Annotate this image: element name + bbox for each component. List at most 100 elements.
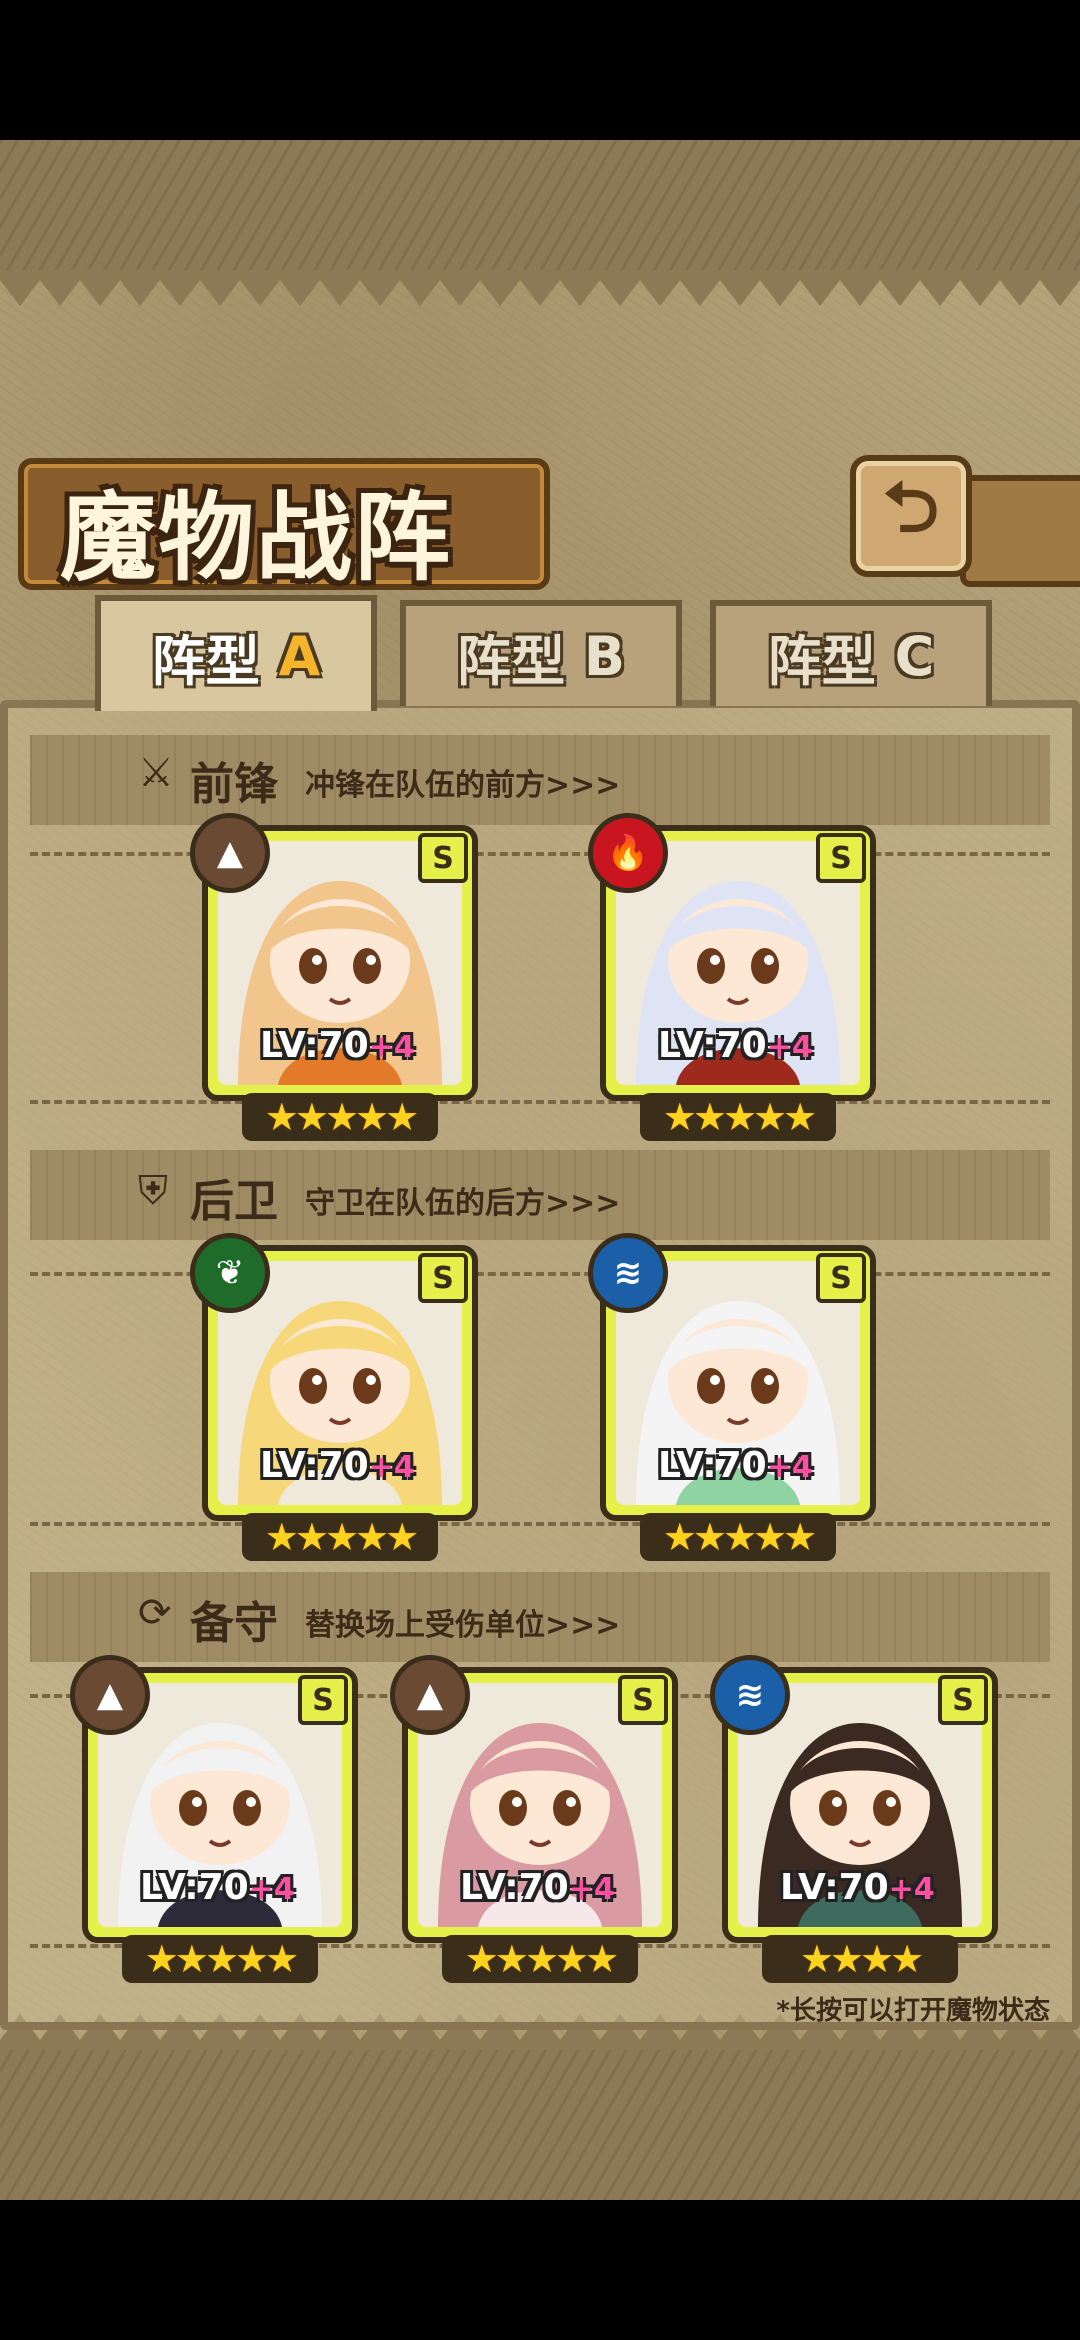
section-desc-back: 守卫在队伍的后方>>> (305, 1186, 621, 1221)
star-icon: ★ (294, 1095, 329, 1139)
level-value: LV:70 (260, 1445, 369, 1486)
level-value: LV:70 (460, 1867, 569, 1908)
level-value: LV:70 (658, 1025, 767, 1066)
tab-formation-c[interactable]: 阵型 C (710, 600, 992, 706)
level-plus: +4 (368, 1450, 415, 1485)
star-icon: ★ (235, 1937, 269, 1981)
row-divider (30, 1100, 1050, 1104)
star-icon: ★ (753, 1095, 787, 1139)
star-icon: ★ (294, 1515, 329, 1559)
level-value: LV:70 (260, 1025, 369, 1066)
star-icon: ★ (692, 1515, 727, 1559)
star-icon: ★ (324, 1095, 359, 1139)
back-button[interactable]: ⮌ (850, 455, 972, 577)
row-divider (30, 1522, 1050, 1526)
star-icon: ★ (264, 1095, 299, 1139)
tab-letter: C (894, 624, 935, 688)
monster-card[interactable]: S ▲ LV:70+4 ★ ★ ★ ★ ★ (190, 813, 478, 1141)
sword-icon: ⚔ (138, 750, 174, 796)
star-icon: ★ (174, 1937, 209, 1981)
tab-letter: A (278, 624, 321, 688)
level-value: LV:70 (140, 1867, 249, 1908)
monster-card[interactable]: S ≋ LV:70+4 ★ ★ ★ ★ ★ (588, 1233, 876, 1561)
level-plus: +4 (888, 1872, 935, 1907)
star-icon: ★ (860, 1937, 894, 1981)
star-icon: ★ (385, 1515, 419, 1559)
earth-element-icon: ▲ (70, 1655, 150, 1735)
monster-card[interactable]: S 🔥 LV:70+4 ★ ★ ★ ★ ★ (588, 813, 876, 1141)
row-divider (30, 852, 1050, 856)
tab-letter: B (583, 624, 625, 688)
back-button-bar (960, 475, 1080, 587)
star-rating: ★ ★ ★ ★ ★ (122, 1935, 318, 1983)
section-desc-front: 冲锋在队伍的前方>>> (305, 768, 621, 803)
tab-formation-b[interactable]: 阵型 B (400, 600, 682, 706)
screen: 魔物战阵 ⮌ 阵型 A 阵型 B 阵型 C ⚔ 前锋 冲锋在队伍的前方>>> ⛨… (0, 0, 1080, 2340)
tab-label: 阵型 (457, 629, 565, 693)
star-rating: ★ ★ ★ ★ ★ (442, 1935, 638, 1983)
earth-element-icon: ▲ (190, 813, 270, 893)
section-desc-reserve: 替换场上受伤单位>>> (305, 1608, 621, 1643)
rank-badge: S (418, 833, 468, 883)
tab-formation-a[interactable]: 阵型 A (95, 595, 377, 711)
star-icon: ★ (494, 1937, 529, 1981)
tab-label: 阵型 (767, 629, 876, 693)
star-icon: ★ (355, 1515, 389, 1559)
star-icon: ★ (783, 1095, 817, 1139)
star-icon: ★ (722, 1515, 757, 1559)
level-value: LV:70 (658, 1445, 767, 1486)
top-map-band (0, 140, 1080, 280)
section-title-back: 后卫 (190, 1176, 278, 1227)
shield-icon: ⛨ (138, 1168, 168, 1214)
star-icon: ★ (264, 1515, 299, 1559)
star-icon: ★ (890, 1937, 924, 1981)
rank-badge: S (298, 1675, 348, 1725)
rank-badge: S (816, 833, 866, 883)
fire-element-icon: 🔥 (588, 813, 668, 893)
rank-badge: S (618, 1675, 668, 1725)
star-icon: ★ (662, 1095, 697, 1139)
star-icon: ★ (265, 1937, 299, 1981)
monster-card[interactable]: S ≋ LV:70+4 ★ ★ ★ ★ (710, 1655, 998, 1983)
level-label: LV:70+4 (658, 1025, 813, 1066)
star-icon: ★ (324, 1515, 359, 1559)
star-icon: ★ (144, 1937, 179, 1981)
level-label: LV:70+4 (260, 1445, 415, 1486)
section-title-front: 前锋 (190, 759, 278, 810)
star-icon: ★ (722, 1095, 757, 1139)
level-plus: +4 (248, 1872, 295, 1907)
rank-badge: S (418, 1253, 468, 1303)
star-icon: ★ (464, 1937, 499, 1981)
level-label: LV:70+4 (658, 1445, 813, 1486)
star-icon: ★ (204, 1937, 239, 1981)
level-plus: +4 (766, 1450, 813, 1485)
star-rating: ★ ★ ★ ★ (762, 1935, 958, 1983)
water-element-icon: ≋ (710, 1655, 790, 1735)
star-icon: ★ (829, 1937, 864, 1981)
level-plus: +4 (568, 1872, 615, 1907)
earth-element-icon: ▲ (390, 1655, 470, 1735)
star-icon: ★ (692, 1095, 727, 1139)
monster-card[interactable]: S ▲ LV:70+4 ★ ★ ★ ★ ★ (390, 1655, 678, 1983)
level-value: LV:70 (780, 1867, 889, 1908)
star-icon: ★ (783, 1515, 817, 1559)
level-label: LV:70+4 (780, 1867, 935, 1908)
section-title-reserve: 备守 (190, 1598, 278, 1649)
monster-card[interactable]: S ❦ LV:70+4 ★ ★ ★ ★ ★ (190, 1233, 478, 1561)
long-press-hint: *长按可以打开魔物状态 (776, 1996, 1050, 2026)
monster-card[interactable]: S ▲ LV:70+4 ★ ★ ★ ★ ★ (70, 1655, 358, 1983)
star-icon: ★ (355, 1095, 389, 1139)
level-plus: +4 (766, 1030, 813, 1065)
bottom-map-band (0, 2040, 1080, 2200)
star-icon: ★ (753, 1515, 787, 1559)
water-element-icon: ≋ (588, 1233, 668, 1313)
star-icon: ★ (662, 1515, 697, 1559)
zigzag-edge-top (0, 270, 1080, 306)
level-label: LV:70+4 (460, 1867, 615, 1908)
return-arrow-icon: ⮌ (882, 465, 940, 548)
swap-icon: ⟳ (138, 1590, 172, 1636)
star-icon: ★ (385, 1095, 419, 1139)
nature-element-icon: ❦ (190, 1233, 270, 1313)
star-icon: ★ (555, 1937, 589, 1981)
rank-badge: S (938, 1675, 988, 1725)
